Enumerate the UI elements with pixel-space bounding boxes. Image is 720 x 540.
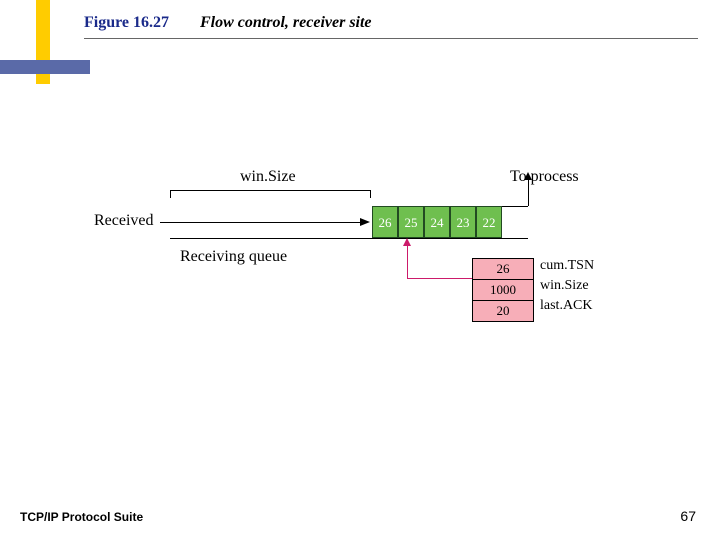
cumtsn-pointer-arrow-icon — [403, 238, 411, 246]
page-number: 67 — [680, 508, 696, 524]
cumtsn-pointer-vertical — [407, 244, 408, 279]
slide: Figure 16.27 Flow control, receiver site… — [0, 0, 720, 540]
state-label-winsize: win.Size — [540, 278, 589, 294]
queue-cell: 25 — [398, 206, 424, 238]
queue-cell: 23 — [450, 206, 476, 238]
to-process-connector — [502, 206, 528, 207]
queue-cell: 22 — [476, 206, 502, 238]
winsize-bracket-right — [370, 190, 371, 198]
title-underline — [84, 38, 698, 39]
label-winsize-bracket: win.Size — [240, 168, 296, 186]
state-row: 26 — [473, 259, 533, 280]
received-arrow-line — [160, 222, 360, 223]
label-to-process: To process — [510, 168, 579, 186]
state-label-lastack: last.ACK — [540, 298, 593, 314]
label-receiving-queue: Receiving queue — [180, 248, 287, 266]
receiving-queue: 26 25 24 23 22 — [372, 206, 502, 238]
state-row: 20 — [473, 301, 533, 322]
received-arrow-head-icon — [360, 218, 370, 226]
footer-text: TCP/IP Protocol Suite — [20, 510, 143, 524]
decoration-horizontal-bar — [0, 60, 90, 74]
label-received: Received — [94, 212, 154, 230]
queue-baseline — [170, 238, 528, 239]
winsize-bracket-top — [170, 190, 370, 191]
figure-number: Figure 16.27 — [84, 14, 169, 32]
state-row: 1000 — [473, 280, 533, 301]
cumtsn-pointer-horizontal — [407, 278, 472, 279]
queue-cell: 26 — [372, 206, 398, 238]
diagram: Received win.Size Receiving queue 26 25 … — [0, 170, 720, 370]
state-label-cumtsn: cum.TSN — [540, 258, 594, 274]
figure-title: Flow control, receiver site — [200, 14, 372, 32]
state-table: 26 1000 20 — [472, 258, 534, 322]
queue-cell: 24 — [424, 206, 450, 238]
winsize-bracket-left — [170, 190, 171, 198]
